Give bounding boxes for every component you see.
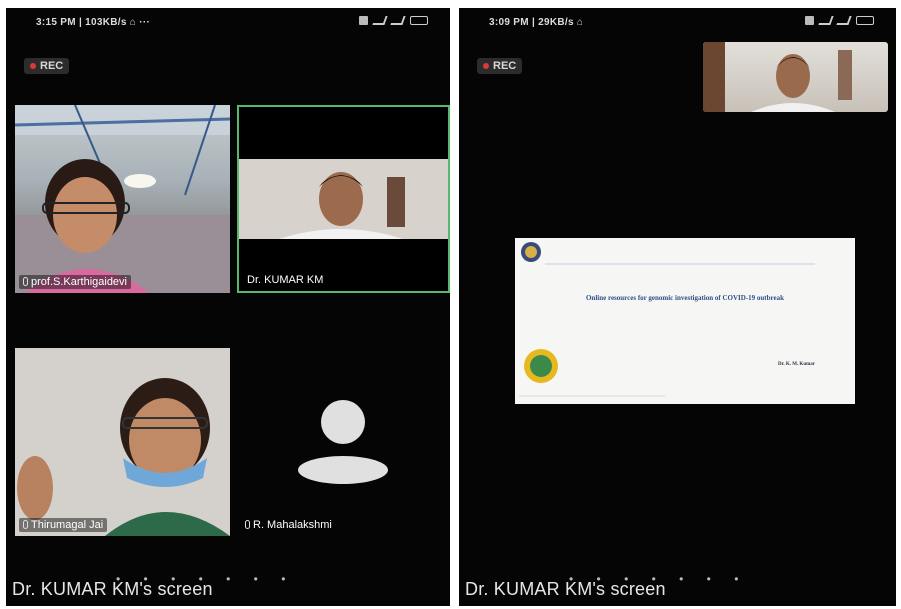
participant-tile-kumar-km[interactable]: Dr. KUMAR KM: [237, 105, 450, 293]
participant-name: Thirumagal Jai: [31, 519, 104, 531]
battery-icon: [410, 16, 428, 25]
slide-title: Online resources for genomic investigati…: [585, 294, 784, 302]
participant-name: Dr. KUMAR KM: [247, 274, 324, 286]
recording-indicator: REC: [24, 58, 70, 74]
participant-name-label: Thirumagal Jai: [19, 518, 108, 532]
sim-icon: [805, 16, 814, 25]
mic-icon: [23, 520, 28, 529]
status-bar: 3:15 PM | 103KB/s ⌂ ···: [6, 14, 450, 30]
shared-slide: Online resources for genomic investigati…: [515, 238, 855, 404]
participant-name-label: R. Mahalakshmi: [241, 518, 336, 532]
participant-name-label: prof.S.Karthigaidevi: [19, 275, 131, 289]
slide-graphics: [519, 242, 815, 397]
battery-icon: [856, 16, 874, 25]
record-dot-icon: [30, 63, 36, 70]
status-icons: [359, 16, 428, 25]
status-time: 3:15 PM | 103KB/s ⌂ ···: [36, 17, 151, 28]
signal-icon: [372, 16, 388, 25]
sim-icon: [359, 16, 368, 25]
participant-video: [239, 159, 448, 239]
screen-share-caption: Dr. KUMAR KM's screen: [12, 579, 213, 599]
signal-icon: [818, 16, 834, 25]
participant-name-label: Dr. KUMAR KM: [243, 273, 328, 287]
right-phone-screen: 3:09 PM | 29KB/s ⌂ REC Online resources …: [459, 8, 896, 606]
participant-video: [703, 42, 852, 112]
person-avatar-icon: [298, 400, 388, 484]
recording-indicator: REC: [477, 58, 523, 74]
speaker-thumbnail-video[interactable]: [703, 42, 888, 112]
status-icons: [805, 16, 874, 25]
mic-icon: [23, 277, 28, 286]
rec-label: REC: [40, 60, 64, 72]
status-bar: 3:09 PM | 29KB/s ⌂: [459, 14, 896, 30]
status-time: 3:09 PM | 29KB/s ⌂: [489, 17, 584, 28]
record-dot-icon: [483, 63, 489, 70]
mic-icon: [245, 520, 250, 529]
slide-author: Dr. K. M. Kumar: [777, 362, 815, 367]
participant-tile-thirumagal-jai[interactable]: Thirumagal Jai: [15, 348, 230, 536]
participant-name: prof.S.Karthigaidevi: [31, 276, 127, 288]
participant-video: [15, 105, 230, 293]
signal-icon: [836, 16, 852, 25]
screen-share-caption: Dr. KUMAR KM's screen: [465, 579, 666, 599]
participant-tile-mahalakshmi[interactable]: R. Mahalakshmi: [237, 348, 450, 536]
rec-label: REC: [493, 60, 517, 72]
participant-tile-karthigaidevi[interactable]: prof.S.Karthigaidevi: [15, 105, 230, 293]
signal-icon: [390, 16, 406, 25]
participant-video: [15, 348, 230, 536]
participant-name: R. Mahalakshmi: [253, 519, 332, 531]
left-phone-screen: 3:15 PM | 103KB/s ⌂ ··· REC prof.S.Karth…: [6, 8, 450, 606]
